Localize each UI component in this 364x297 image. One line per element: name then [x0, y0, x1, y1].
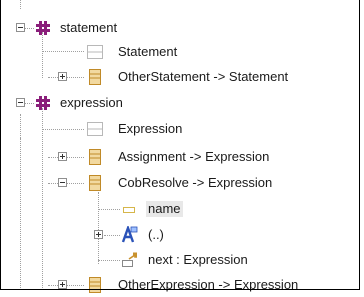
tree-item-label: OtherStatement -> Statement: [118, 69, 289, 84]
abstract-class-icon: [87, 45, 103, 59]
tree-item-label: Statement: [118, 44, 178, 59]
expand-toggle-icon[interactable]: [58, 152, 67, 161]
tree-item-otherexpression[interactable]: OtherExpression -> Expression: [0, 273, 360, 297]
tree-item-label: (..): [148, 227, 164, 242]
tree-item-label: expression: [60, 95, 123, 110]
tree-item-cobresolve[interactable]: CobResolve -> Expression: [0, 171, 360, 195]
grammar-tree: statement Statement OtherStatement -> St…: [0, 0, 360, 293]
reference-icon: [122, 252, 137, 267]
class-icon: [89, 277, 101, 293]
tree-item-name[interactable]: name: [0, 197, 360, 221]
expand-toggle-icon[interactable]: [58, 280, 67, 289]
tree-item-statement-rule[interactable]: statement: [0, 16, 360, 40]
abstract-class-icon: [87, 122, 103, 136]
class-icon: [89, 69, 101, 85]
tree-item-alternative[interactable]: (..): [0, 223, 360, 247]
expand-toggle-icon[interactable]: [94, 230, 103, 239]
attribute-icon: [123, 207, 135, 213]
class-icon: [89, 175, 101, 191]
grammar-rule-icon: [36, 96, 50, 110]
tree-item-assignment[interactable]: Assignment -> Expression: [0, 145, 360, 169]
expand-toggle-icon[interactable]: [58, 72, 67, 81]
tree-item-expression-class[interactable]: Expression: [0, 117, 360, 141]
tree-item-label: Assignment -> Expression: [118, 149, 270, 164]
collapse-toggle-icon[interactable]: [16, 23, 25, 32]
tree-item-label: CobResolve -> Expression: [118, 175, 273, 190]
tree-item-label: statement: [60, 20, 118, 35]
tree-item-label: Expression: [118, 121, 183, 136]
tree-item-label: next : Expression: [148, 252, 248, 267]
tree-item-next[interactable]: next : Expression: [0, 248, 360, 272]
grammar-rule-icon: [36, 21, 50, 35]
tree-item-expression-rule[interactable]: expression: [0, 91, 360, 115]
class-icon: [89, 149, 101, 165]
collapse-toggle-icon[interactable]: [16, 98, 25, 107]
tree-item-otherstatement[interactable]: OtherStatement -> Statement: [0, 65, 360, 89]
alternative-icon: [121, 226, 138, 243]
tree-item-statement-class[interactable]: Statement: [0, 40, 360, 64]
tree-item-label: name: [146, 201, 183, 217]
tree-item-label: OtherExpression -> Expression: [118, 277, 299, 292]
collapse-toggle-icon[interactable]: [58, 178, 67, 187]
